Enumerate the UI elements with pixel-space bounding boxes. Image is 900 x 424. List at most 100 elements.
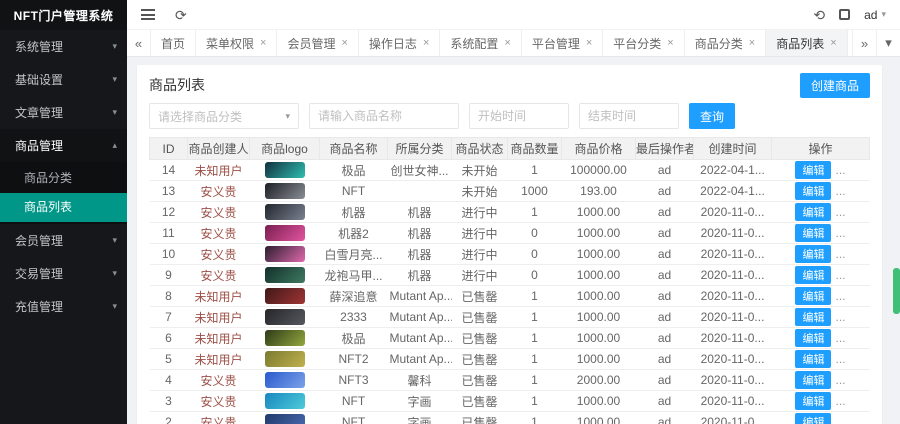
sidebar-subitem[interactable]: 商品列表 bbox=[0, 193, 127, 222]
sidebar-subitem[interactable]: 商品分类 bbox=[0, 164, 127, 193]
cell-operator: ad bbox=[635, 411, 694, 424]
more-actions[interactable]: ... bbox=[835, 331, 845, 345]
clear-cache-icon[interactable]: ⟲ bbox=[813, 8, 825, 22]
cell-operator: ad bbox=[635, 222, 694, 244]
sidebar-item[interactable]: 充值管理 ▾ bbox=[0, 290, 127, 323]
edit-button[interactable]: 编辑 bbox=[795, 371, 832, 389]
tab[interactable]: 商品列表 × bbox=[766, 30, 848, 56]
table-header-cell: 创建时间 bbox=[693, 137, 772, 160]
menu-fold-icon[interactable] bbox=[141, 9, 155, 20]
more-actions[interactable]: ... bbox=[835, 373, 845, 387]
tab-label: 商品分类 bbox=[694, 36, 743, 51]
sidebar-item[interactable]: 商品管理 ▴ bbox=[0, 129, 127, 162]
product-logo-image bbox=[264, 246, 305, 262]
sidebar-item[interactable]: 交易管理 ▾ bbox=[0, 257, 127, 290]
tab[interactable]: 平台管理 × bbox=[522, 30, 604, 56]
cell-id: 14 bbox=[149, 159, 188, 181]
cell-creator: 安义贵 bbox=[187, 222, 250, 244]
tab-close-icon[interactable]: × bbox=[586, 37, 592, 49]
tab-close-icon[interactable]: × bbox=[260, 37, 266, 49]
sidebar-menu: 系统管理 ▾ 基础设置 ▾ 文章管理 ▾ 商品管理 ▴ 商品分类 商品列表 会员管理 ▾ 交易管理 ▾ 充值… bbox=[0, 30, 127, 323]
edit-button[interactable]: 编辑 bbox=[795, 308, 832, 326]
sidebar-item[interactable]: 系统管理 ▾ bbox=[0, 30, 127, 63]
edit-button[interactable]: 编辑 bbox=[795, 266, 832, 284]
user-menu[interactable]: ad ▾ bbox=[864, 8, 886, 22]
more-actions[interactable]: ... bbox=[835, 394, 845, 408]
refresh-icon[interactable]: ⟳ bbox=[175, 8, 187, 22]
tab-close-icon[interactable]: × bbox=[830, 37, 836, 49]
cell-id: 7 bbox=[149, 306, 188, 328]
cell-created: 2020-11-0... bbox=[693, 222, 772, 244]
tab[interactable]: 首页 bbox=[151, 30, 197, 56]
edit-button[interactable]: 编辑 bbox=[795, 182, 832, 200]
tab[interactable]: 菜单权限 × bbox=[196, 30, 278, 56]
tabs-scroll-left[interactable]: « bbox=[127, 30, 151, 56]
cell-actions: 编辑... bbox=[771, 306, 870, 328]
edit-button[interactable]: 编辑 bbox=[795, 392, 832, 410]
end-time-input[interactable] bbox=[579, 103, 679, 129]
more-actions[interactable]: ... bbox=[835, 184, 845, 198]
table-row: 11 安义贵 机器2 机器 进行中 0 1000.00 ad 2020-11-0... 编辑... bbox=[149, 222, 870, 244]
tab[interactable]: 系统配置 × bbox=[440, 30, 522, 56]
table-row: 7 未知用户 2333 Mutant Ap... 已售罄 1 1000.00 ad 2020-1… bbox=[149, 306, 870, 328]
cell-creator: 安义贵 bbox=[187, 201, 250, 223]
tab[interactable]: 商品分类 × bbox=[685, 30, 767, 56]
more-actions[interactable]: ... bbox=[835, 310, 845, 324]
edit-button[interactable]: 编辑 bbox=[795, 224, 832, 242]
cell-logo bbox=[249, 411, 320, 424]
cell-id: 11 bbox=[149, 222, 188, 244]
cell-created: 2020-11-0... bbox=[693, 348, 772, 370]
cell-logo bbox=[249, 306, 320, 328]
edit-button[interactable]: 编辑 bbox=[795, 245, 832, 263]
more-actions[interactable]: ... bbox=[835, 415, 845, 424]
edit-button[interactable]: 编辑 bbox=[795, 350, 832, 368]
table-header-cell: 商品logo bbox=[249, 137, 320, 160]
page-scrollbar[interactable] bbox=[893, 0, 900, 424]
tab[interactable]: 操作日志 × bbox=[359, 30, 441, 56]
tab-label: 平台分类 bbox=[613, 36, 662, 51]
edit-button[interactable]: 编辑 bbox=[795, 203, 832, 221]
tab-close-icon[interactable]: × bbox=[341, 37, 347, 49]
cell-qty: 1 bbox=[507, 348, 562, 370]
tab-close-icon[interactable]: × bbox=[423, 37, 429, 49]
more-actions[interactable]: ... bbox=[835, 268, 845, 282]
cell-price: 1000.00 bbox=[561, 327, 636, 349]
chevron-down-icon: ▾ bbox=[112, 74, 117, 84]
tab[interactable]: 会员管理 × bbox=[277, 30, 359, 56]
scrollbar-thumb[interactable] bbox=[893, 268, 900, 314]
sidebar-item[interactable]: 会员管理 ▾ bbox=[0, 224, 127, 257]
edit-button[interactable]: 编辑 bbox=[795, 287, 832, 305]
tab[interactable]: 平台分类 × bbox=[603, 30, 685, 56]
tab-close-icon[interactable]: × bbox=[504, 37, 510, 49]
tab-label: 会员管理 bbox=[287, 36, 336, 51]
more-actions[interactable]: ... bbox=[835, 352, 845, 366]
more-actions[interactable]: ... bbox=[835, 226, 845, 240]
tabs: 首页 菜单权限 × 会员管理 × 操作日志 × 系统配置 × 平台管理 × 平台分类 × 商品分类 × 商品列… bbox=[151, 30, 852, 56]
cell-creator: 未知用户 bbox=[187, 285, 250, 307]
tab-label: 首页 bbox=[161, 36, 186, 51]
product-name-input[interactable] bbox=[309, 103, 459, 129]
cell-qty: 1 bbox=[507, 369, 562, 391]
category-select[interactable]: 请选择商品分类 ▾ bbox=[149, 103, 299, 129]
tab-close-icon[interactable]: × bbox=[749, 37, 755, 49]
tab-close-icon[interactable]: × bbox=[667, 37, 673, 49]
sidebar-item[interactable]: 文章管理 ▾ bbox=[0, 96, 127, 129]
sidebar-item[interactable]: 基础设置 ▾ bbox=[0, 63, 127, 96]
create-product-button[interactable]: 创建商品 bbox=[799, 72, 870, 98]
edit-button[interactable]: 编辑 bbox=[795, 413, 832, 424]
more-actions[interactable]: ... bbox=[835, 163, 845, 177]
search-button[interactable]: 查询 bbox=[689, 103, 735, 129]
cell-actions: 编辑... bbox=[771, 285, 870, 307]
edit-button[interactable]: 编辑 bbox=[795, 329, 832, 347]
more-actions[interactable]: ... bbox=[835, 289, 845, 303]
fullscreen-icon[interactable] bbox=[839, 9, 851, 20]
more-actions[interactable]: ... bbox=[835, 205, 845, 219]
cell-name: 白雪月亮... bbox=[319, 243, 388, 265]
start-time-input[interactable] bbox=[469, 103, 569, 129]
cell-created: 2020-11-0... bbox=[693, 264, 772, 286]
more-actions[interactable]: ... bbox=[835, 247, 845, 261]
edit-button[interactable]: 编辑 bbox=[795, 161, 832, 179]
tabs-scroll-right[interactable]: » bbox=[852, 30, 876, 56]
product-logo-image bbox=[264, 162, 305, 178]
product-logo-image bbox=[264, 204, 305, 220]
